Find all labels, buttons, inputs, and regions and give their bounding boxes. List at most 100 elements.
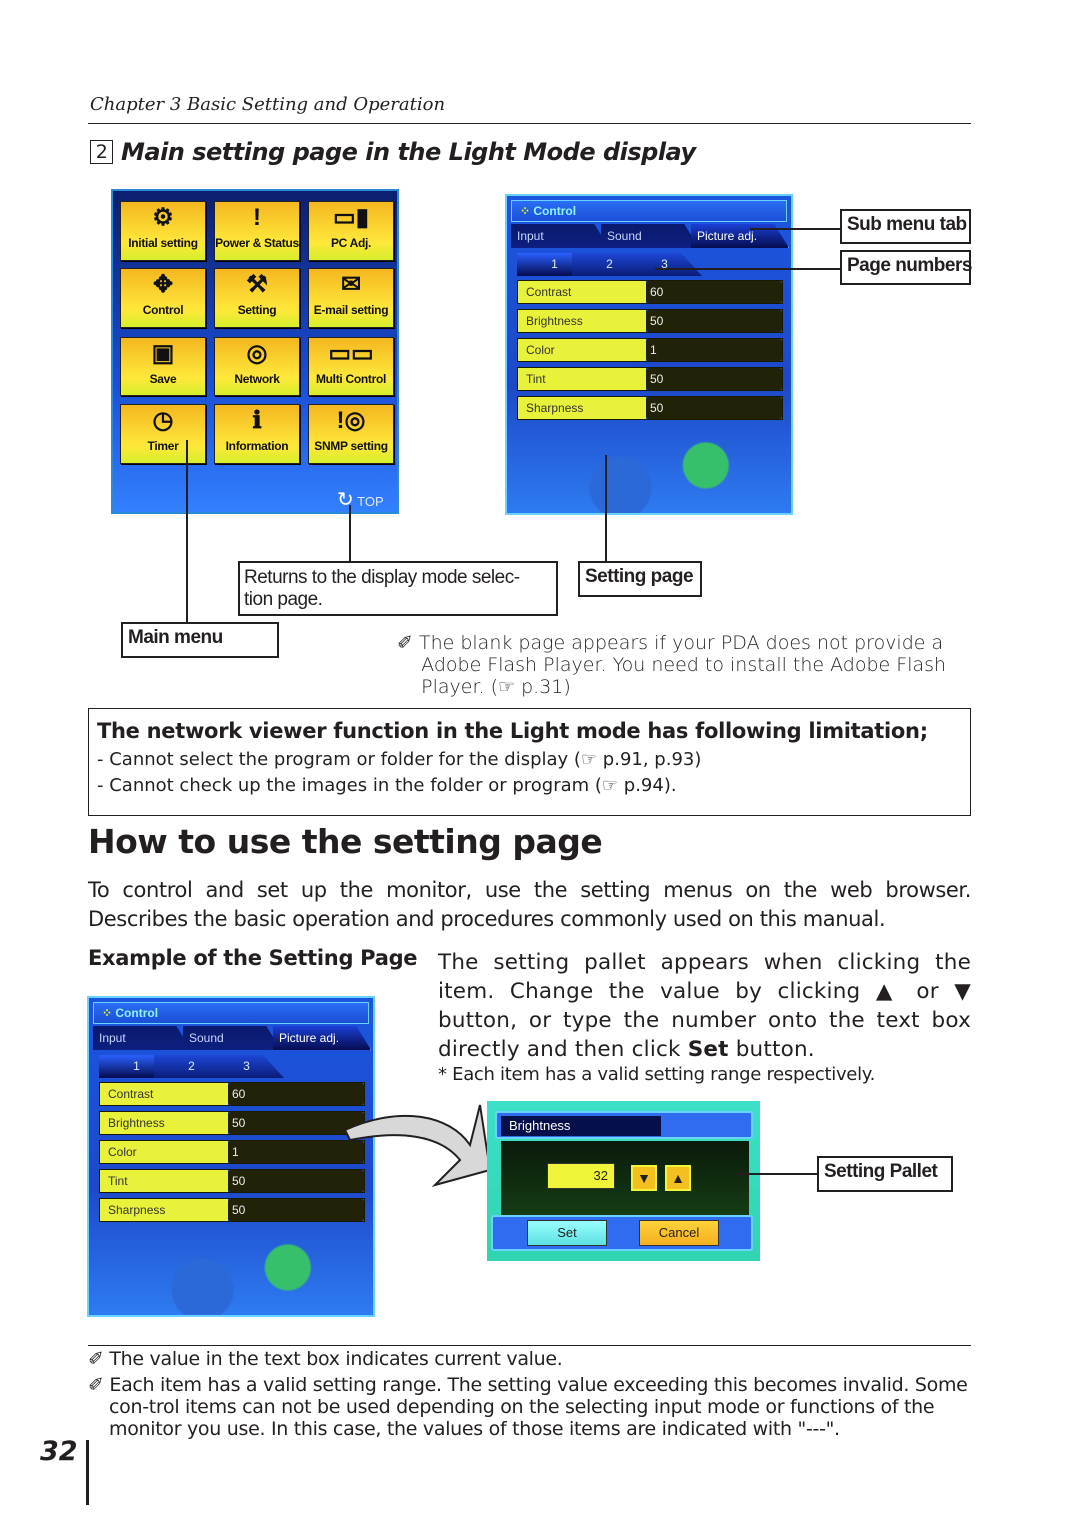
setting-value[interactable]: 60 [646,281,782,303]
menu-item-icon: ! [253,204,261,231]
range-footnote: * Each item has a valid setting range re… [438,1064,875,1085]
setting-row-color[interactable]: Color 1 [517,338,783,362]
setting-value[interactable]: 50 [228,1199,364,1221]
leader-line [735,1173,817,1175]
tab-sound[interactable]: Sound [601,224,699,248]
pallet-description: The setting pallet appears when clicking… [438,948,971,1064]
footnotes: ✐ The value in the text box indicates cu… [88,1348,971,1440]
intro-paragraph: To control and set up the monitor, use t… [88,878,971,931]
footnote-rule [88,1345,971,1346]
setting-row-contrast[interactable]: Contrast 60 [517,280,783,304]
menu-item-icon: ℹ [252,407,262,434]
set-button[interactable]: Set [527,1220,607,1246]
setting-page-screenshot: ⁘ Control Input Sound Picture adj. 1 2 3 Contra… [505,194,793,515]
setting-row-tint[interactable]: Tint 50 [99,1169,365,1193]
menu-item-icon: ⚙ [152,204,174,231]
menu-item-information[interactable]: ℹ Information [214,404,300,464]
page-number-bar [86,1440,89,1505]
leader-line [605,455,607,561]
grid-icon: ⁘ [520,204,534,218]
setting-row-brightness[interactable]: Brightness 50 [99,1111,365,1135]
menu-item-label: Setting [237,303,277,317]
menu-item-timer[interactable]: ◷ Timer [120,404,206,464]
limitation-item: - Cannot check up the images in the fold… [97,775,677,796]
leader-line [186,440,188,622]
top-link[interactable]: ↻ TOP [337,487,384,512]
page-tab-3[interactable]: 3 [627,253,702,276]
menu-item-control[interactable]: ✥ Control [120,268,206,328]
menu-item-label: Power & Status [215,236,299,250]
tab-input[interactable]: Input [93,1026,191,1050]
setting-label: Brightness [100,1112,228,1134]
menu-item-network[interactable]: ◎ Network [214,337,300,396]
menu-item-icon: ◷ [152,407,174,434]
menu-item-initial-setting[interactable]: ⚙ Initial setting [120,201,206,261]
panel-title: Control [533,204,577,218]
page-tab-3[interactable]: 3 [209,1055,284,1078]
setting-label: Tint [100,1170,228,1192]
tab-input[interactable]: Input [511,224,609,248]
setting-row-contrast[interactable]: Contrast 60 [99,1082,365,1106]
section-title-text: Main setting page in the Light Mode disp… [121,138,696,166]
setting-row-color[interactable]: Color 1 [99,1140,365,1164]
pallet-title-bar: Brightness [495,1111,753,1139]
grid-icon: ⁘ [102,1006,116,1020]
main-menu-callout: Main menu [121,622,279,658]
menu-item-save[interactable]: ▣ Save [120,337,206,396]
menu-item-icon: ▣ [151,340,175,367]
arrow-icon [343,1104,492,1187]
page-numbers-callout: Page numbers [840,250,972,285]
leader-line [349,505,351,561]
panel-title-bar: ⁘ Control [511,200,787,222]
page-heading: How to use the setting page [88,822,603,861]
menu-item-label: Timer [147,439,179,453]
menu-item-snmp-setting[interactable]: !◎ SNMP setting [308,404,394,464]
refresh-icon: ↻ [337,489,354,511]
footnote: ✐ Each item has a valid setting range. T… [88,1374,968,1440]
menu-item-setting[interactable]: ⚒ Setting [214,268,300,328]
setting-pallet: Brightness 32 ▼ ▲ Set Cancel [487,1101,760,1261]
tab-picture-adj-[interactable]: Picture adj. [273,1026,371,1050]
leader-line [655,268,840,270]
setting-label: Color [100,1141,228,1163]
setting-label: Brightness [518,310,646,332]
cancel-button[interactable]: Cancel [639,1220,719,1246]
sub-menu-tab-callout: Sub menu tab [840,209,971,244]
setting-label: Sharpness [100,1199,228,1221]
section-number: 2 [90,140,113,164]
setting-page-callout: Setting page [578,561,702,597]
example-setting-page: ⁘ Control Input Sound Picture adj. 1 2 3 Contra… [87,996,375,1317]
setting-label: Contrast [518,281,646,303]
tab-sound[interactable]: Sound [183,1026,281,1050]
up-button[interactable]: ▲ [665,1165,691,1191]
limitation-title: The network viewer function in the Light… [97,719,928,743]
menu-item-label: SNMP setting [314,439,388,453]
menu-item-label: Save [149,372,177,386]
menu-item-icon: ▭▭ [328,340,374,367]
menu-item-icon: ▭▮ [333,204,369,231]
main-menu-screenshot: ↻ TOP ⚙ Initial setting! Power & Status ▭▮ P… [111,189,399,514]
menu-item-label: Multi Control [315,372,387,386]
panel-title: Control [115,1006,159,1020]
setting-pallet-callout: Setting Pallet [817,1156,953,1192]
setting-value[interactable]: 1 [646,339,782,361]
down-button[interactable]: ▼ [631,1165,657,1191]
setting-row-tint[interactable]: Tint 50 [517,367,783,391]
menu-item-pc-adj-[interactable]: ▭▮ PC Adj. [308,201,394,261]
setting-row-sharpness[interactable]: Sharpness 50 [517,396,783,420]
menu-item-e-mail-setting[interactable]: ✉ E-mail setting [308,268,394,328]
menu-item-icon: !◎ [336,407,366,434]
setting-label: Tint [518,368,646,390]
top-label: TOP [357,494,384,509]
setting-row-brightness[interactable]: Brightness 50 [517,309,783,333]
menu-item-multi-control[interactable]: ▭▭ Multi Control [308,337,394,396]
setting-value[interactable]: 50 [646,310,782,332]
menu-item-icon: ✉ [340,271,362,298]
menu-item-power-status[interactable]: ! Power & Status [214,201,300,261]
limitation-box: The network viewer function in the Light… [88,708,971,816]
setting-row-sharpness[interactable]: Sharpness 50 [99,1198,365,1222]
value-input[interactable]: 32 [547,1163,615,1189]
setting-value[interactable]: 50 [646,368,782,390]
returns-callout: Returns to the display mode selec- tion … [238,561,558,616]
setting-value[interactable]: 50 [646,397,782,419]
